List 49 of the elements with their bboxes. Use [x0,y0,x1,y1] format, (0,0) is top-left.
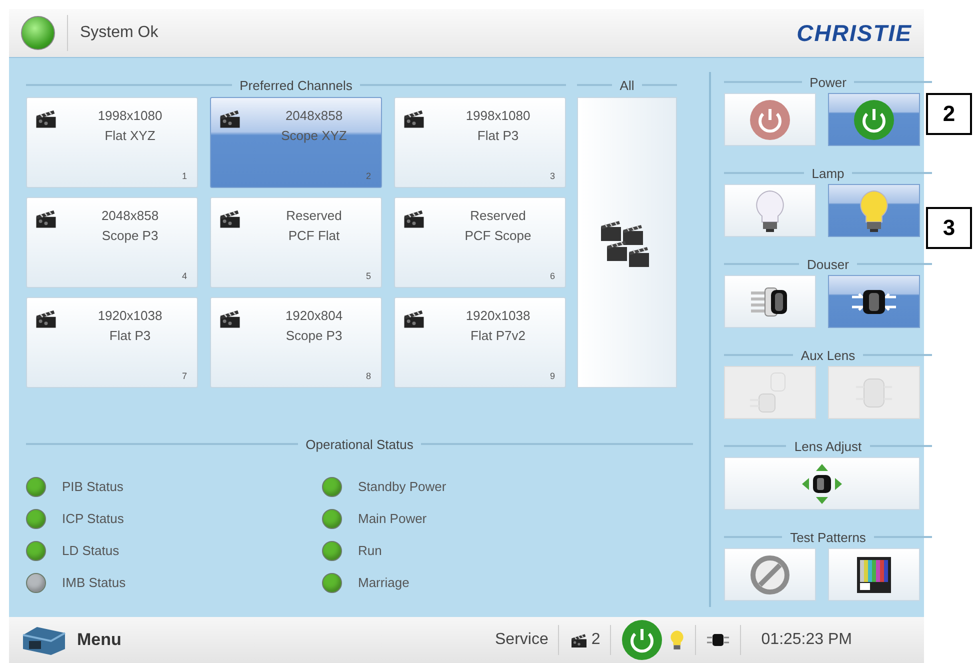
all-channels-button[interactable] [577,97,677,388]
callout-number: 2 [926,93,972,135]
control-button[interactable] [724,457,920,510]
system-status: System Ok [80,24,158,42]
section-title: Lens Adjust [794,438,862,454]
menu-button[interactable]: Menu [21,623,122,657]
status-label: PIB Status [62,479,124,494]
power-icon [621,619,664,661]
light-bulb-icon [669,629,686,651]
section-title: Operational Status [306,436,414,452]
channel-tile[interactable]: 1998x1080 Flat XYZ 1 [26,97,198,188]
light-bulb-icon [753,188,787,232]
channel-tile[interactable]: 2048x858 Scope XYZ 2 [210,97,382,188]
channel-tile[interactable]: 1998x1080 Flat P3 3 [394,97,566,188]
section-title: All [620,78,634,92]
callout-number: 3 [926,207,972,249]
power-icon [853,98,895,140]
status-label: LD Status [62,543,120,558]
channel-tile[interactable]: Reserved PCF Scope 6 [394,197,566,288]
channel-tile[interactable]: 1920x1038 Flat P7v2 9 [394,297,566,388]
logo: CHRISTIE [796,20,912,46]
channel-number: 2 [591,631,600,649]
status-label: Main Power [358,511,427,526]
channel-tile[interactable]: 1920x1038 Flat P3 7 [26,297,198,388]
channel-tile[interactable]: Reserved PCF Flat 5 [210,197,382,288]
channel-tile[interactable]: 2048x858 Scope P3 4 [26,197,198,288]
status-led-icon [21,16,55,50]
status-label: Standby Power [358,479,446,494]
light-bulb-icon [857,188,891,232]
section-title: Douser [807,256,849,272]
lens-adjust-icon [800,462,844,506]
control-button[interactable] [724,275,816,328]
section-title: Lamp [812,166,844,180]
control-button[interactable] [828,275,920,328]
status-label: Run [358,543,382,558]
power-icon [749,98,791,140]
color-bars-icon [855,554,893,594]
clock-time: 01:25:23 PM [761,631,852,649]
status-label: ICP Status [62,511,124,526]
section-title: Preferred Channels [240,78,352,92]
section-title: Aux Lens [800,348,856,362]
status-label: Marriage [358,575,410,590]
control-button[interactable] [828,548,920,601]
section-title: Power [810,74,846,90]
status-label: IMB Status [62,575,126,590]
no-sign-icon [749,554,791,596]
section-title: Test Patterns [790,530,866,544]
channel-tile[interactable]: 1920x804 Scope P3 8 [210,297,382,388]
service-label: Service [495,631,548,649]
